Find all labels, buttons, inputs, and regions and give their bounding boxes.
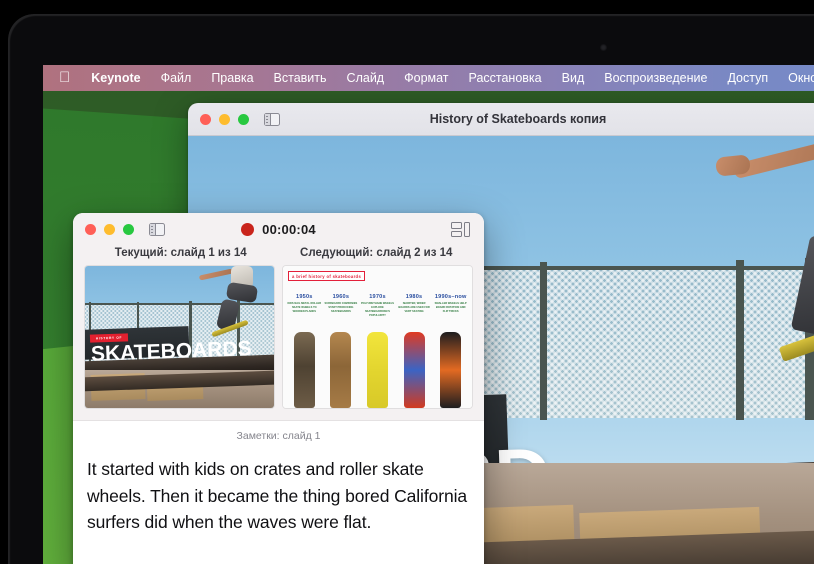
fence-post: [736, 260, 744, 420]
macos-menu-bar[interactable]:  Keynote Файл Правка Вставить Слайд Фор…: [43, 65, 814, 91]
menu-item-slide[interactable]: Слайд: [337, 71, 395, 85]
zoom-button[interactable]: [123, 224, 134, 235]
current-slide-thumbnail[interactable]: HISTORY OF SKATEBOARDS: [85, 266, 274, 408]
menu-item-edit[interactable]: Правка: [201, 71, 263, 85]
menu-item-window[interactable]: Окно: [778, 71, 814, 85]
timeline-column: 1950s KIDS NAIL METAL ROLLER SKATE WHEEL…: [287, 294, 322, 314]
menu-item-share[interactable]: Доступ: [717, 71, 778, 85]
presenter-slide-labels: Текущий: слайд 1 из 14 Следующий: слайд …: [73, 246, 484, 266]
minimize-button[interactable]: [219, 113, 230, 125]
notes-text: It started with kids on crates and rolle…: [87, 459, 468, 533]
timeline-column: 1990s–now SMALLER WHEELS HELP BOARD ROTA…: [434, 294, 467, 314]
menu-item-arrange[interactable]: Расстановка: [459, 71, 552, 85]
sidebar-toggle-icon[interactable]: [149, 223, 165, 236]
timeline-boards: [286, 332, 469, 408]
close-button[interactable]: [85, 224, 96, 235]
timeline-column: 1970s POLYURETHANE WHEELS EXPLODE SKATEB…: [360, 294, 395, 318]
zoom-button[interactable]: [238, 113, 249, 125]
menu-item-keynote[interactable]: Keynote: [81, 71, 150, 85]
menu-item-format[interactable]: Формат: [394, 71, 458, 85]
skateboard-image: [293, 332, 315, 408]
presenter-display-window[interactable]: 00:00:04 Текущий: слайд 1 из 14 Следующи…: [73, 213, 484, 564]
document-titlebar[interactable]: History of Skateboards копия: [188, 103, 814, 136]
timeline-column: 1960s SURFBOARD COMPANIES START PRODUCIN…: [324, 294, 358, 314]
presenter-slide-previews: HISTORY OF SKATEBOARDS a brief history o…: [73, 266, 484, 420]
timer-value: 00:00:04: [262, 222, 316, 237]
close-button[interactable]: [200, 113, 211, 125]
document-title: History of Skateboards копия: [429, 112, 607, 126]
skateboard-image: [330, 332, 352, 408]
presenter-notes-panel[interactable]: Заметки: слайд 1 It started with kids on…: [73, 420, 484, 564]
presentation-timer[interactable]: 00:00:04: [73, 222, 484, 237]
menu-item-insert[interactable]: Вставить: [264, 71, 337, 85]
timeline-column: 1980s SHORTER, WIDER BOARDS ARE USED FOR…: [398, 294, 430, 314]
notes-label: Заметки: слайд 1: [236, 430, 321, 442]
laptop-bezel: History of Skateboards копия 00:00:04 Те…: [8, 14, 814, 564]
sidebar-toggle-icon[interactable]: [264, 112, 280, 126]
timeline-columns: 1950s KIDS NAIL METAL ROLLER SKATE WHEEL…: [286, 294, 469, 318]
webcam-icon: [600, 44, 607, 51]
window-controls[interactable]: [188, 113, 249, 125]
layout-options-icon[interactable]: [451, 222, 470, 237]
current-slide-label: Текущий: слайд 1 из 14: [114, 247, 247, 259]
apple-logo-icon[interactable]: : [52, 70, 81, 87]
skateboard-image: [366, 332, 388, 408]
screenshot-root: History of Skateboards копия 00:00:04 Те…: [0, 0, 814, 564]
skateboard-image: [440, 332, 462, 408]
next-slide-thumbnail[interactable]: a brief history of skateboards 1950s KID…: [283, 266, 472, 408]
menu-item-view[interactable]: Вид: [552, 71, 595, 85]
skateboard-image: [403, 332, 425, 408]
next-slide-label: Следующий: слайд 2 из 14: [300, 247, 453, 259]
next-slide-title: a brief history of skateboards: [288, 271, 366, 281]
fence-post: [540, 262, 547, 420]
menu-item-play[interactable]: Воспроизведение: [594, 71, 717, 85]
record-dot-icon[interactable]: [241, 223, 255, 236]
menu-item-file[interactable]: Файл: [151, 71, 202, 85]
presenter-window-controls[interactable]: [73, 224, 134, 235]
presenter-titlebar[interactable]: 00:00:04: [73, 213, 484, 246]
desktop: History of Skateboards копия 00:00:04 Те…: [43, 65, 814, 564]
minimize-button[interactable]: [104, 224, 115, 235]
